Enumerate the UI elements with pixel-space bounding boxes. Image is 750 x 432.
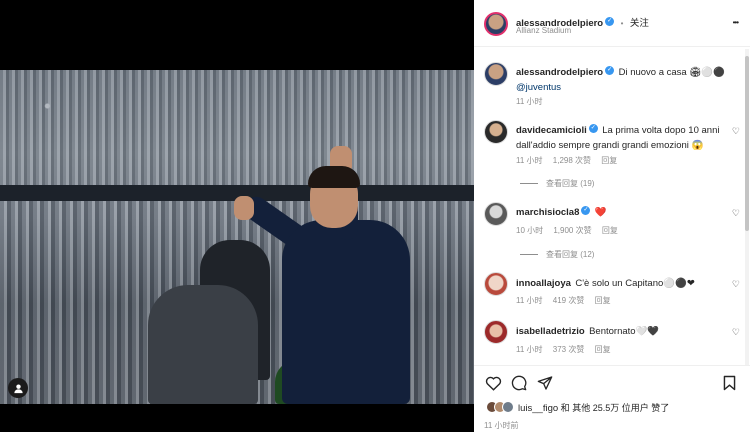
comment-text: C'è solo un Capitano⚪⚫❤ bbox=[575, 278, 695, 289]
commenter-avatar[interactable] bbox=[484, 202, 508, 226]
commenter-avatar[interactable] bbox=[484, 272, 508, 296]
user-tag-icon[interactable] bbox=[8, 378, 28, 398]
caption: alessandrodelpiero ✓ Di nuovo a casa 🏟⚪⚫ … bbox=[516, 64, 736, 94]
author-avatar[interactable] bbox=[484, 12, 508, 36]
scrollbar-thumb[interactable] bbox=[745, 56, 749, 231]
verified-badge-icon: ✓ bbox=[605, 66, 615, 76]
replies-divider bbox=[520, 254, 538, 256]
comment-like-heart-icon[interactable]: ♡ bbox=[732, 327, 740, 338]
comment-like-heart-icon[interactable]: ♡ bbox=[732, 208, 740, 219]
view-replies-label: 查看回复 (12) bbox=[546, 250, 595, 259]
verified-badge-icon: ✓ bbox=[588, 124, 598, 134]
comment: isabelladetrizio Bentornato🤍🖤 bbox=[516, 323, 728, 338]
follow-button[interactable]: 关注 bbox=[630, 18, 649, 29]
more-options-icon[interactable]: ••• bbox=[733, 18, 739, 27]
comment-time: 11 小时 bbox=[516, 345, 543, 354]
caption-time: 11 小时 bbox=[516, 97, 543, 106]
player-hand bbox=[234, 196, 254, 220]
post-media-panel bbox=[0, 0, 474, 432]
comment-time: 10 小时 bbox=[516, 226, 544, 235]
reply-button[interactable]: 回复 bbox=[602, 226, 618, 235]
likes-others[interactable]: 其他 25.5万 位用户 bbox=[572, 403, 649, 413]
comment-likes[interactable]: 419 次赞 bbox=[553, 296, 585, 305]
comment-username[interactable]: isabelladetrizio bbox=[516, 326, 585, 337]
likes-liked: 赞了 bbox=[651, 403, 670, 413]
author-avatar[interactable] bbox=[484, 62, 508, 86]
post-header: alessandrodelpiero ✓ • 关注 Allianz Stadium… bbox=[474, 0, 750, 47]
caption-mention[interactable]: @juventus bbox=[516, 82, 561, 93]
comment-like-heart-icon[interactable]: ♡ bbox=[732, 279, 740, 290]
comment: davidecamicioli ✓ La prima volta dopo 10 … bbox=[516, 122, 728, 152]
view-replies-button[interactable]: 查看回复 (12) bbox=[520, 249, 594, 260]
comment-likes[interactable]: 1,900 次赞 bbox=[553, 226, 591, 235]
verified-badge-icon: ✓ bbox=[581, 206, 591, 216]
commenter-avatar[interactable] bbox=[484, 320, 508, 344]
commenter-avatar[interactable] bbox=[484, 120, 508, 144]
comment: marchisiocla8 ✓ ❤️ bbox=[516, 204, 728, 219]
comment-likes[interactable]: 373 次赞 bbox=[553, 345, 585, 354]
heart-icon[interactable] bbox=[484, 374, 502, 392]
location-link[interactable]: Allianz Stadium bbox=[516, 26, 571, 35]
comment-text: ❤️ bbox=[594, 207, 607, 218]
comment-icon[interactable] bbox=[510, 374, 528, 392]
caption-username[interactable]: alessandrodelpiero bbox=[516, 67, 603, 78]
post-photo[interactable] bbox=[0, 70, 474, 404]
comment-like-heart-icon[interactable]: ♡ bbox=[732, 126, 740, 137]
reply-button[interactable]: 回复 bbox=[595, 345, 611, 354]
reply-button[interactable]: 回复 bbox=[595, 296, 611, 305]
view-replies-label: 查看回复 (19) bbox=[546, 179, 595, 188]
player-figure bbox=[282, 220, 410, 404]
comment-text: Bentornato🤍🖤 bbox=[589, 326, 660, 337]
likes-and: 和 bbox=[560, 403, 570, 413]
comment-time: 11 小时 bbox=[516, 156, 543, 165]
caption-text: Di nuovo a casa 🏟⚪⚫ bbox=[618, 67, 726, 78]
post-actions-bar: luis__figo 和 其他 25.5万 位用户 赞了 11 小时前 bbox=[474, 365, 750, 432]
stadium-crowd-upper bbox=[0, 70, 474, 190]
verified-badge-icon: ✓ bbox=[605, 17, 615, 27]
view-replies-button[interactable]: 查看回复 (19) bbox=[520, 178, 594, 189]
liker-username[interactable]: luis__figo bbox=[518, 403, 558, 414]
comment-username[interactable]: davidecamicioli bbox=[516, 125, 587, 136]
liker-avatar bbox=[502, 401, 514, 413]
replies-divider bbox=[520, 183, 538, 185]
photographer-figure bbox=[148, 285, 258, 404]
player-hair bbox=[308, 166, 360, 188]
likes-summary: luis__figo 和 其他 25.5万 位用户 赞了 bbox=[518, 401, 669, 414]
comment-username[interactable]: innoallajoya bbox=[516, 278, 571, 289]
comment-time: 11 小时 bbox=[516, 296, 543, 305]
post-side-panel: alessandrodelpiero ✓ • 关注 Allianz Stadium… bbox=[474, 0, 750, 432]
comment-likes[interactable]: 1,298 次赞 bbox=[553, 156, 591, 165]
comment: innoallajoya C'è solo un Capitano⚪⚫❤ bbox=[516, 275, 728, 290]
comment-username[interactable]: marchisiocla8 bbox=[516, 207, 579, 218]
bookmark-icon[interactable] bbox=[720, 374, 738, 392]
post-timestamp: 11 小时前 bbox=[484, 421, 519, 430]
separator-dot: • bbox=[620, 19, 624, 28]
reply-button[interactable]: 回复 bbox=[601, 156, 617, 165]
send-icon[interactable] bbox=[536, 374, 554, 392]
